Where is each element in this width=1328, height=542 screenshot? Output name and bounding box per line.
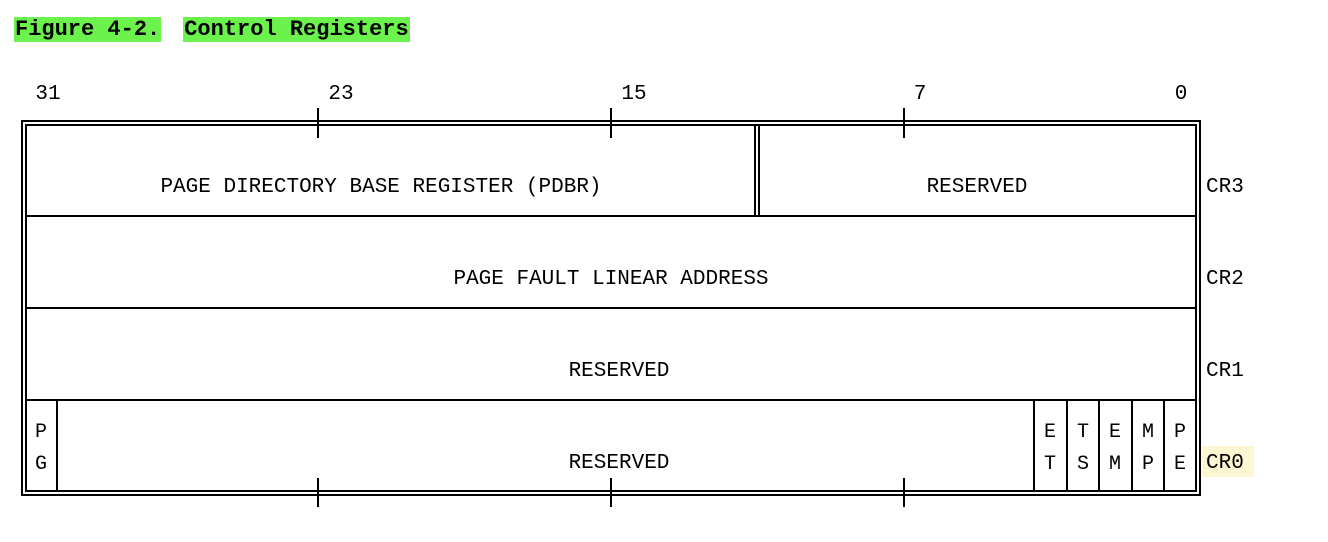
cr0-pg-char-2: G — [35, 453, 47, 476]
cr0-ts-char-2: S — [1077, 453, 1089, 476]
cr3-pdbr-field: PAGE DIRECTORY BASE REGISTER (PDBR) — [160, 176, 601, 199]
cr3-reserved-field: RESERVED — [927, 176, 1028, 199]
cr0-reserved-field: RESERVED — [569, 452, 670, 475]
control-registers-diagram: 31 23 15 7 0 PAGE DIRECTORY BASE REGISTE… — [21, 83, 1254, 507]
bit-label-7: 7 — [914, 83, 927, 106]
register-label-cr2: CR2 — [1206, 268, 1244, 291]
bit-label-15: 15 — [621, 83, 646, 106]
register-label-cr3: CR3 — [1206, 176, 1244, 199]
cr0-mp-char-1: M — [1142, 421, 1154, 444]
bit-label-0: 0 — [1175, 83, 1188, 106]
cr0-et-char-1: E — [1044, 421, 1056, 444]
bit-label-31: 31 — [35, 83, 60, 106]
cr0-mp-char-2: P — [1142, 453, 1154, 476]
cr0-et-char-2: T — [1044, 453, 1056, 476]
register-label-cr1: CR1 — [1206, 360, 1244, 383]
cr0-em-char-2: M — [1109, 453, 1121, 476]
cr0-pe-char-1: P — [1174, 421, 1186, 444]
cr0-em-char-1: E — [1109, 421, 1121, 444]
cr2-page-fault-field: PAGE FAULT LINEAR ADDRESS — [453, 268, 768, 291]
cr0-pg-char-1: P — [35, 421, 47, 444]
figure-canvas: Figure 4-2. Control Registers 31 23 15 7 … — [0, 0, 1328, 542]
bit-label-23: 23 — [328, 83, 353, 106]
register-label-cr0: CR0 — [1206, 452, 1244, 475]
cr1-reserved-field: RESERVED — [569, 360, 670, 383]
cr0-pe-char-2: E — [1174, 453, 1186, 476]
cr0-ts-char-1: T — [1077, 421, 1089, 444]
